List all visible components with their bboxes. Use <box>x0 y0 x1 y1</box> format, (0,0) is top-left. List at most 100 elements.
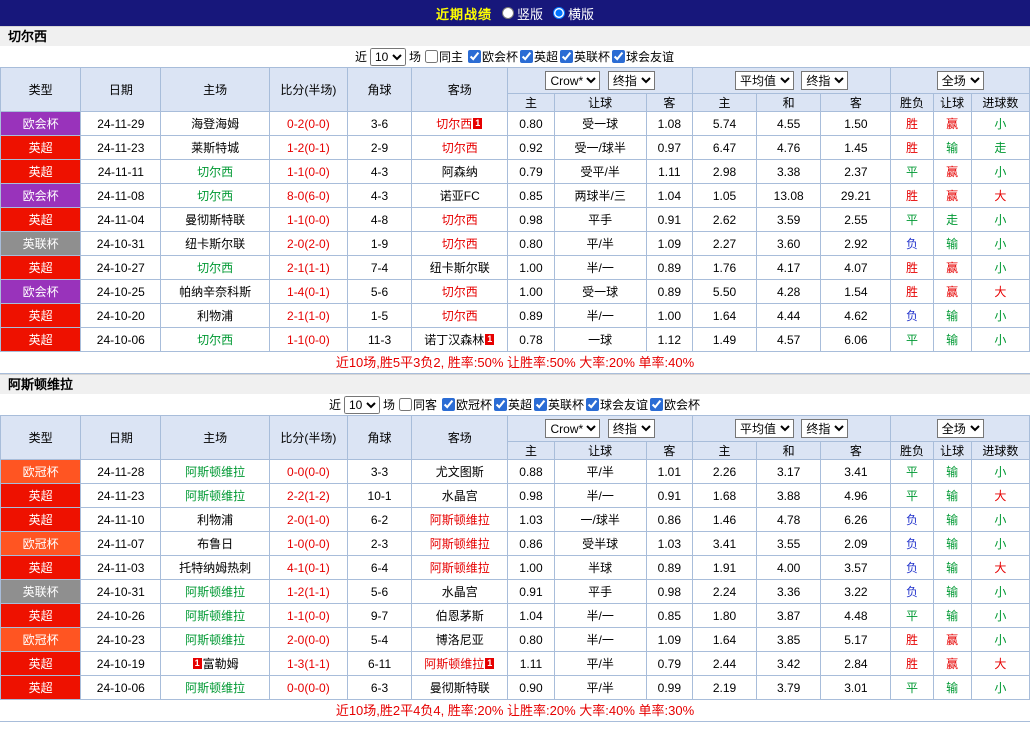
team-name-text: 切尔西 <box>197 333 234 347</box>
league-filters: 欧冠杯 英超 英联杯 球会友谊 欧会杯 <box>441 396 701 413</box>
page-title: 近期战绩 <box>435 6 492 22</box>
col-header-avg-away: 客 <box>820 441 892 460</box>
layout-option-horizontal[interactable]: 横版 <box>553 4 594 23</box>
match-count-select[interactable]: 10 <box>369 47 406 66</box>
red-card-badge: 1 <box>485 658 495 669</box>
league-filter[interactable]: 欧会杯 <box>467 48 518 65</box>
type-cell: 英超 <box>0 159 82 184</box>
horizontal-layout-radio[interactable] <box>553 7 565 19</box>
match-row: 英联杯 24-10-31 阿斯顿维拉 1-2(1-1) 5-6 水晶宫 0.91 平手 0.98… <box>0 579 1030 604</box>
result-goals-cell: 小 <box>970 531 1030 556</box>
average-select[interactable]: 平均值 <box>735 419 795 438</box>
date-cell: 24-11-29 <box>80 111 162 136</box>
home-team-cell: 切尔西 <box>160 255 270 280</box>
same-venue-filter[interactable]: 同主 <box>424 48 463 65</box>
away-team-cell: 切尔西 1 <box>411 111 509 136</box>
team-name-text: 曼彻斯特联 <box>429 681 490 695</box>
col-header-odds-home: 主 <box>507 441 555 460</box>
date-cell: 24-10-20 <box>80 303 162 328</box>
result-goals-cell: 大 <box>970 183 1030 208</box>
avg-home-cell: 1.91 <box>691 555 758 580</box>
match-count-select[interactable]: 10 <box>343 395 380 414</box>
league-filter[interactable]: 欧会杯 <box>650 396 700 413</box>
avg-home-cell: 1.68 <box>691 483 758 508</box>
odds-away-cell: 0.86 <box>645 507 693 532</box>
fullmatch-select[interactable]: 全场 <box>936 71 984 90</box>
result-handicap-cell: 输 <box>932 507 972 532</box>
avg-home-cell: 2.24 <box>691 579 758 604</box>
average-select[interactable]: 平均值 <box>735 71 795 90</box>
team-name-text: 伯恩茅斯 <box>435 609 484 623</box>
league-filter[interactable]: 英超 <box>494 396 532 413</box>
same-venue-checkbox[interactable] <box>398 398 412 411</box>
league-filter[interactable]: 欧冠杯 <box>441 396 492 413</box>
league-checkbox[interactable] <box>467 50 481 63</box>
vertical-layout-label: 竖版 <box>516 6 543 22</box>
avg-home-cell: 1.64 <box>691 627 758 652</box>
league-checkbox[interactable] <box>650 398 664 411</box>
corner-cell: 1-5 <box>346 303 413 328</box>
home-team-cell: 1 富勒姆 <box>160 651 270 676</box>
odds-stage-select[interactable]: 终指 <box>607 419 655 438</box>
score-cell: 1-2(1-1) <box>268 579 348 604</box>
corner-cell: 1-9 <box>346 231 413 256</box>
team-name-text: 切尔西 <box>441 141 478 155</box>
col-header-score: 比分(半场) <box>268 415 348 460</box>
col-header-odds-line: 让球 <box>553 93 647 112</box>
league-filter[interactable]: 英联杯 <box>534 396 584 413</box>
team-name-text: 诺亚FC <box>439 189 480 203</box>
corner-cell: 6-4 <box>346 555 413 580</box>
type-cell: 英超 <box>0 651 82 676</box>
league-checkbox[interactable] <box>534 398 548 411</box>
match-rows: 欧会杯 24-11-29 海登海姆 0-2(0-0) 3-6 切尔西 1 0.80 受一球 1.0… <box>0 111 1030 352</box>
vertical-layout-radio[interactable] <box>501 7 514 19</box>
fullmatch-select[interactable]: 全场 <box>936 419 984 438</box>
date-cell: 24-10-19 <box>80 651 162 676</box>
horizontal-layout-label: 横版 <box>568 6 595 22</box>
col-header-result-wdl: 胜负 <box>890 93 934 112</box>
league-filter[interactable]: 球会友谊 <box>586 396 648 413</box>
league-filter[interactable]: 英超 <box>520 48 558 65</box>
result-goals-cell: 小 <box>970 303 1030 328</box>
odds-home-cell: 0.85 <box>507 183 555 208</box>
same-venue-filter[interactable]: 同客 <box>398 396 437 413</box>
date-cell: 24-11-08 <box>80 183 162 208</box>
filter-row: 近 10 场 同客 欧冠杯 英超 英联杯 球会友谊 欧会杯 <box>0 394 1030 415</box>
avg-home-cell: 1.64 <box>691 303 758 328</box>
result-handicap-cell: 输 <box>932 603 972 628</box>
average-stage-select[interactable]: 终指 <box>801 419 849 438</box>
date-cell: 24-10-23 <box>80 627 162 652</box>
summary-row: 近10场,胜2平4负4, 胜率:20% 让胜率:20% 大率:40% 单率:30… <box>0 700 1030 721</box>
type-cell: 英超 <box>0 327 82 352</box>
league-checkbox[interactable] <box>494 398 507 411</box>
result-handicap-cell: 赢 <box>932 279 972 304</box>
bookmaker-select[interactable]: Crow* <box>545 71 601 90</box>
average-stage-select[interactable]: 终指 <box>801 71 849 90</box>
corner-cell: 3-6 <box>346 111 413 136</box>
league-checkbox[interactable] <box>441 398 455 411</box>
home-team-cell: 切尔西 <box>160 327 270 352</box>
bookmaker-select[interactable]: Crow* <box>545 419 601 438</box>
result-wdl-cell: 负 <box>890 531 934 556</box>
matches-table: 类型 日期 主场 比分(半场) 角球 客场 Crow* 终指 平均值 终指 全场… <box>0 67 1030 352</box>
avg-draw-cell: 13.08 <box>756 183 822 208</box>
layout-option-vertical[interactable]: 竖版 <box>501 4 543 23</box>
corner-cell: 4-3 <box>346 183 413 208</box>
result-handicap-cell: 输 <box>932 675 972 700</box>
away-team-cell: 诺亚FC <box>411 183 509 208</box>
same-venue-checkbox[interactable] <box>424 50 438 63</box>
league-checkbox[interactable] <box>586 398 600 411</box>
result-wdl-cell: 负 <box>890 303 934 328</box>
league-checkbox[interactable] <box>560 50 574 63</box>
league-checkbox[interactable] <box>612 50 626 63</box>
league-checkbox[interactable] <box>520 50 533 63</box>
league-filter[interactable]: 英联杯 <box>560 48 610 65</box>
league-filter[interactable]: 球会友谊 <box>612 48 674 65</box>
avg-draw-cell: 3.87 <box>756 603 822 628</box>
odds-stage-select[interactable]: 终指 <box>607 71 655 90</box>
avg-home-cell: 2.26 <box>691 459 758 484</box>
result-handicap-cell: 赢 <box>932 111 972 136</box>
col-header-odds-away: 客 <box>645 93 693 112</box>
team-name-text: 阿斯顿维拉 <box>429 513 490 527</box>
team-section: 阿斯顿维拉 近 10 场 同客 欧冠杯 英超 英联杯 球会友谊 欧会杯 类型 日… <box>0 374 1030 722</box>
